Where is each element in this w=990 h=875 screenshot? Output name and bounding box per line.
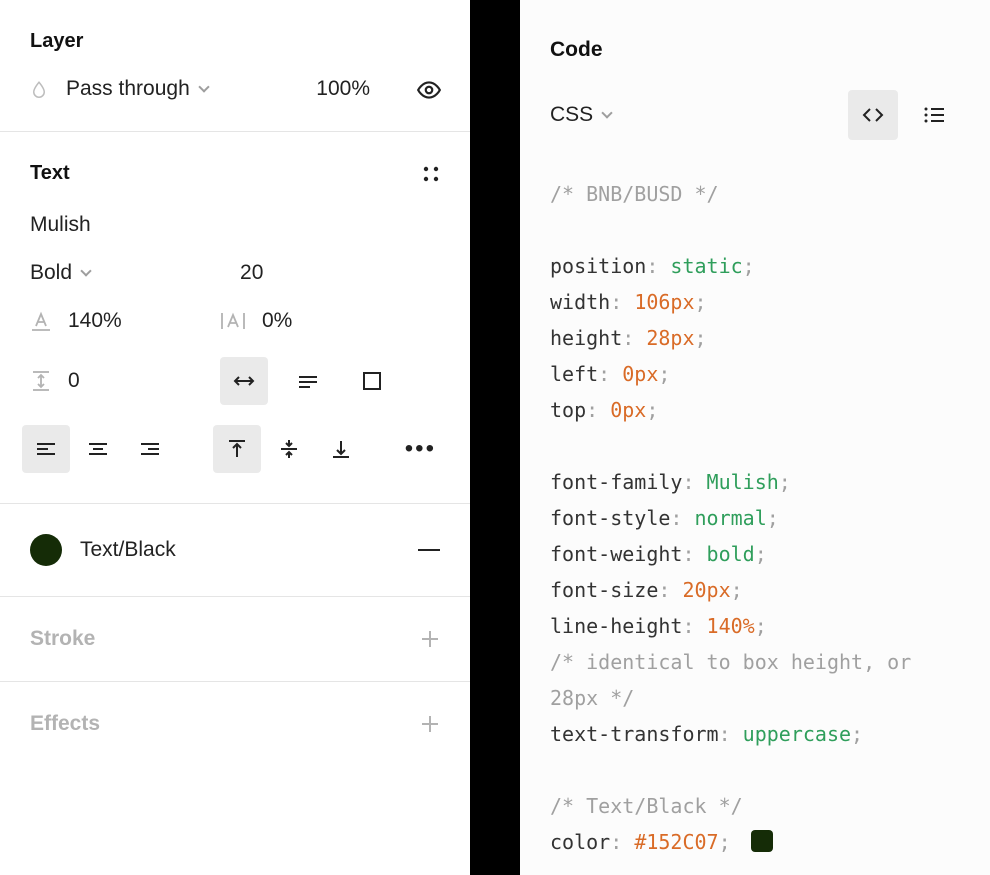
visibility-toggle-button[interactable]: [416, 77, 440, 101]
vertical-align-group: [213, 425, 365, 473]
font-weight-select[interactable]: Bold: [30, 261, 90, 285]
design-panel: Layer Pass through 100% Text Mulish: [0, 0, 470, 875]
code-language-select[interactable]: CSS: [550, 103, 611, 127]
text-resize-group: [220, 357, 396, 405]
text-section-header: Text: [0, 132, 470, 185]
code-panel: Code CSS /* BNB/BUSD */ position: static…: [520, 0, 990, 875]
line-height-input[interactable]: 140%: [30, 309, 220, 333]
code-prop: width: [550, 290, 610, 314]
code-prop: top: [550, 398, 586, 422]
text-section: Text Mulish Bold 20 140%: [0, 132, 470, 504]
detach-style-button[interactable]: [418, 549, 440, 551]
code-value: 28px: [646, 326, 694, 350]
code-comment: /* identical to box height, or 28px */: [550, 650, 923, 710]
paragraph-resize-row: 0: [0, 333, 470, 405]
font-family-label: Mulish: [30, 213, 91, 236]
blend-mode-select[interactable]: Pass through: [66, 77, 298, 101]
align-top-button[interactable]: [213, 425, 261, 473]
align-right-button[interactable]: [126, 425, 174, 473]
horizontal-align-group: [22, 425, 174, 473]
code-value: uppercase: [743, 722, 851, 746]
paragraph-spacing-input[interactable]: 0: [30, 369, 220, 393]
chevron-down-icon: [198, 81, 209, 92]
fixed-size-button[interactable]: [348, 357, 396, 405]
panel-divider: [470, 0, 520, 875]
auto-height-button[interactable]: [284, 357, 332, 405]
code-prop: text-transform: [550, 722, 719, 746]
layer-section-title: Layer: [0, 0, 470, 53]
chevron-down-icon: [80, 265, 91, 276]
code-value: 0px: [610, 398, 646, 422]
text-more-options-button[interactable]: •••: [405, 435, 440, 463]
layer-opacity-input[interactable]: 100%: [316, 77, 370, 101]
code-view-button[interactable]: [848, 90, 898, 140]
letter-spacing-value: 0%: [262, 309, 292, 333]
code-value: #152C07: [634, 830, 718, 854]
code-prop: font-weight: [550, 542, 682, 566]
minus-icon: [418, 549, 440, 551]
code-prop: font-size: [550, 578, 658, 602]
text-title-label: Text: [30, 162, 70, 185]
layer-blend-row: Pass through 100%: [0, 53, 470, 101]
add-stroke-button[interactable]: [420, 629, 440, 649]
letter-spacing-icon: [220, 310, 246, 332]
code-value: 0px: [622, 362, 658, 386]
letter-spacing-input[interactable]: 0%: [220, 309, 410, 333]
code-value: normal: [695, 506, 767, 530]
blend-mode-drop-icon: [30, 78, 48, 100]
style-token-icon[interactable]: [422, 165, 440, 183]
code-value: 106px: [634, 290, 694, 314]
text-align-row: •••: [0, 405, 470, 473]
table-view-button[interactable]: [910, 90, 960, 140]
line-height-icon: [30, 310, 52, 332]
code-value: static: [670, 254, 742, 278]
color-preview-swatch-icon: [751, 830, 773, 852]
layer-section: Layer Pass through 100%: [0, 0, 470, 132]
code-comment: /* Text/Black */: [550, 794, 743, 818]
code-controls-row: CSS: [520, 62, 990, 140]
line-height-letter-spacing-row: 140% 0%: [0, 285, 470, 333]
auto-width-button[interactable]: [220, 357, 268, 405]
color-swatch-icon: [30, 534, 62, 566]
code-prop: color: [550, 830, 610, 854]
add-effect-button[interactable]: [420, 714, 440, 734]
line-height-value: 140%: [68, 309, 122, 333]
color-style-label: Text/Black: [80, 538, 176, 562]
code-language-label: CSS: [550, 103, 593, 127]
code-panel-title: Code: [520, 0, 990, 62]
font-family-select[interactable]: Mulish: [0, 185, 470, 237]
font-size-input[interactable]: 20: [240, 261, 263, 285]
align-bottom-button[interactable]: [317, 425, 365, 473]
code-prop: line-height: [550, 614, 682, 638]
align-left-button[interactable]: [22, 425, 70, 473]
stroke-section: Stroke: [0, 597, 470, 682]
paragraph-spacing-icon: [30, 370, 52, 392]
code-prop: left: [550, 362, 598, 386]
color-style-button[interactable]: Text/Black: [30, 534, 176, 566]
chevron-down-icon: [602, 107, 613, 118]
css-code-block[interactable]: /* BNB/BUSD */ position: static; width: …: [520, 140, 990, 860]
code-value: bold: [707, 542, 755, 566]
code-prop: height: [550, 326, 622, 350]
code-view-toggle-group: [848, 90, 960, 140]
effects-title-label: Effects: [30, 712, 100, 736]
layer-title-label: Layer: [30, 30, 83, 53]
paragraph-spacing-value: 0: [68, 369, 80, 393]
align-center-button[interactable]: [74, 425, 122, 473]
blend-mode-label: Pass through: [66, 77, 190, 101]
stroke-title-label: Stroke: [30, 627, 95, 651]
code-value: 20px: [682, 578, 730, 602]
code-comment: /* BNB/BUSD */: [550, 182, 719, 206]
effects-section: Effects: [0, 682, 470, 766]
code-prop: font-style: [550, 506, 670, 530]
font-weight-size-row: Bold 20: [0, 237, 470, 285]
font-weight-label: Bold: [30, 261, 72, 285]
code-value: 140%: [707, 614, 755, 638]
align-middle-button[interactable]: [265, 425, 313, 473]
code-value: Mulish: [707, 470, 779, 494]
code-prop: position: [550, 254, 646, 278]
code-prop: font-family: [550, 470, 682, 494]
fill-color-section: Text/Black: [0, 504, 470, 597]
